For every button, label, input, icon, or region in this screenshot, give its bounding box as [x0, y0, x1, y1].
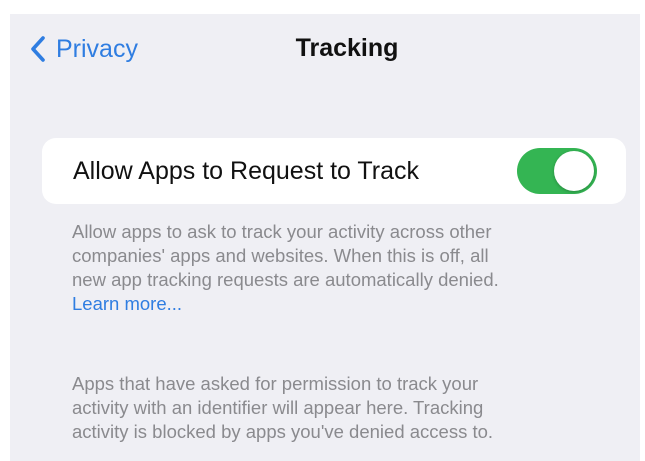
empty-state-line: activity is blocked by apps you've denie… [72, 421, 494, 442]
page-title: Tracking [295, 34, 399, 62]
description-line: companies' apps and websites. When this … [72, 245, 489, 266]
description-line: Allow apps to ask to track your activity… [72, 221, 492, 242]
empty-state-line: activity with an identifier will appear … [72, 397, 484, 418]
navigation-bar: Privacy Tracking [10, 14, 640, 84]
tracking-empty-state: Apps that have asked for permission to t… [72, 372, 592, 444]
description-line: new app tracking requests are automatica… [72, 269, 499, 290]
learn-more-link[interactable]: Learn more... [72, 292, 592, 316]
tracking-settings-screen: Privacy Tracking Allow Apps to Request t… [10, 14, 640, 461]
empty-state-line: Apps that have asked for permission to t… [72, 373, 479, 394]
toggle-knob [554, 151, 594, 191]
allow-tracking-requests-toggle[interactable] [517, 148, 597, 194]
allow-tracking-requests-row: Allow Apps to Request to Track [42, 138, 626, 204]
tracking-description: Allow apps to ask to track your activity… [72, 220, 592, 316]
allow-tracking-requests-label: Allow Apps to Request to Track [73, 157, 420, 185]
